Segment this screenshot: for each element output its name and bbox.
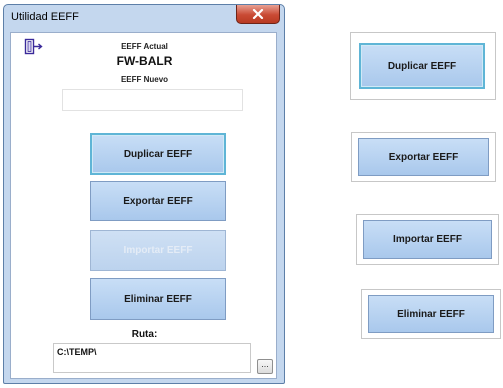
utilidad-eeff-window: Utilidad EEFF EEFF Actual FW-BALR EEFF N…	[3, 4, 285, 384]
eliminar-eeff-button[interactable]: Eliminar EEFF	[90, 278, 226, 320]
sample-duplicar-button[interactable]: Duplicar EEFF	[359, 43, 485, 89]
close-icon	[252, 9, 264, 19]
sample-importar-button[interactable]: Importar EEFF	[363, 220, 492, 259]
ruta-input[interactable]: C:\TEMP\	[53, 343, 251, 373]
eeff-actual-value: FW-BALR	[116, 54, 173, 68]
sample-duplicar-panel: Duplicar EEFF	[350, 32, 496, 100]
eeff-actual-label: EEFF Actual	[121, 42, 168, 51]
exportar-eeff-button[interactable]: Exportar EEFF	[90, 181, 226, 221]
sample-exportar-button[interactable]: Exportar EEFF	[358, 138, 489, 176]
close-button[interactable]	[236, 5, 280, 24]
eeff-nuevo-input[interactable]	[62, 89, 243, 111]
ruta-label: Ruta:	[131, 329, 158, 340]
title-bar[interactable]: Utilidad EEFF	[4, 5, 284, 31]
dialog-body: EEFF Actual FW-BALR EEFF Nuevo Duplicar …	[10, 32, 277, 379]
importar-eeff-button: Importar EEFF	[90, 230, 226, 271]
duplicar-eeff-button[interactable]: Duplicar EEFF	[90, 133, 226, 175]
eeff-nuevo-label: EEFF Nuevo	[120, 75, 169, 84]
sample-exportar-panel: Exportar EEFF	[351, 132, 496, 182]
browse-button[interactable]: ...	[257, 359, 273, 374]
sample-importar-panel: Importar EEFF	[356, 214, 499, 265]
sample-eliminar-button[interactable]: Eliminar EEFF	[368, 295, 494, 333]
sample-eliminar-panel: Eliminar EEFF	[361, 289, 501, 339]
window-title: Utilidad EEFF	[11, 11, 79, 23]
